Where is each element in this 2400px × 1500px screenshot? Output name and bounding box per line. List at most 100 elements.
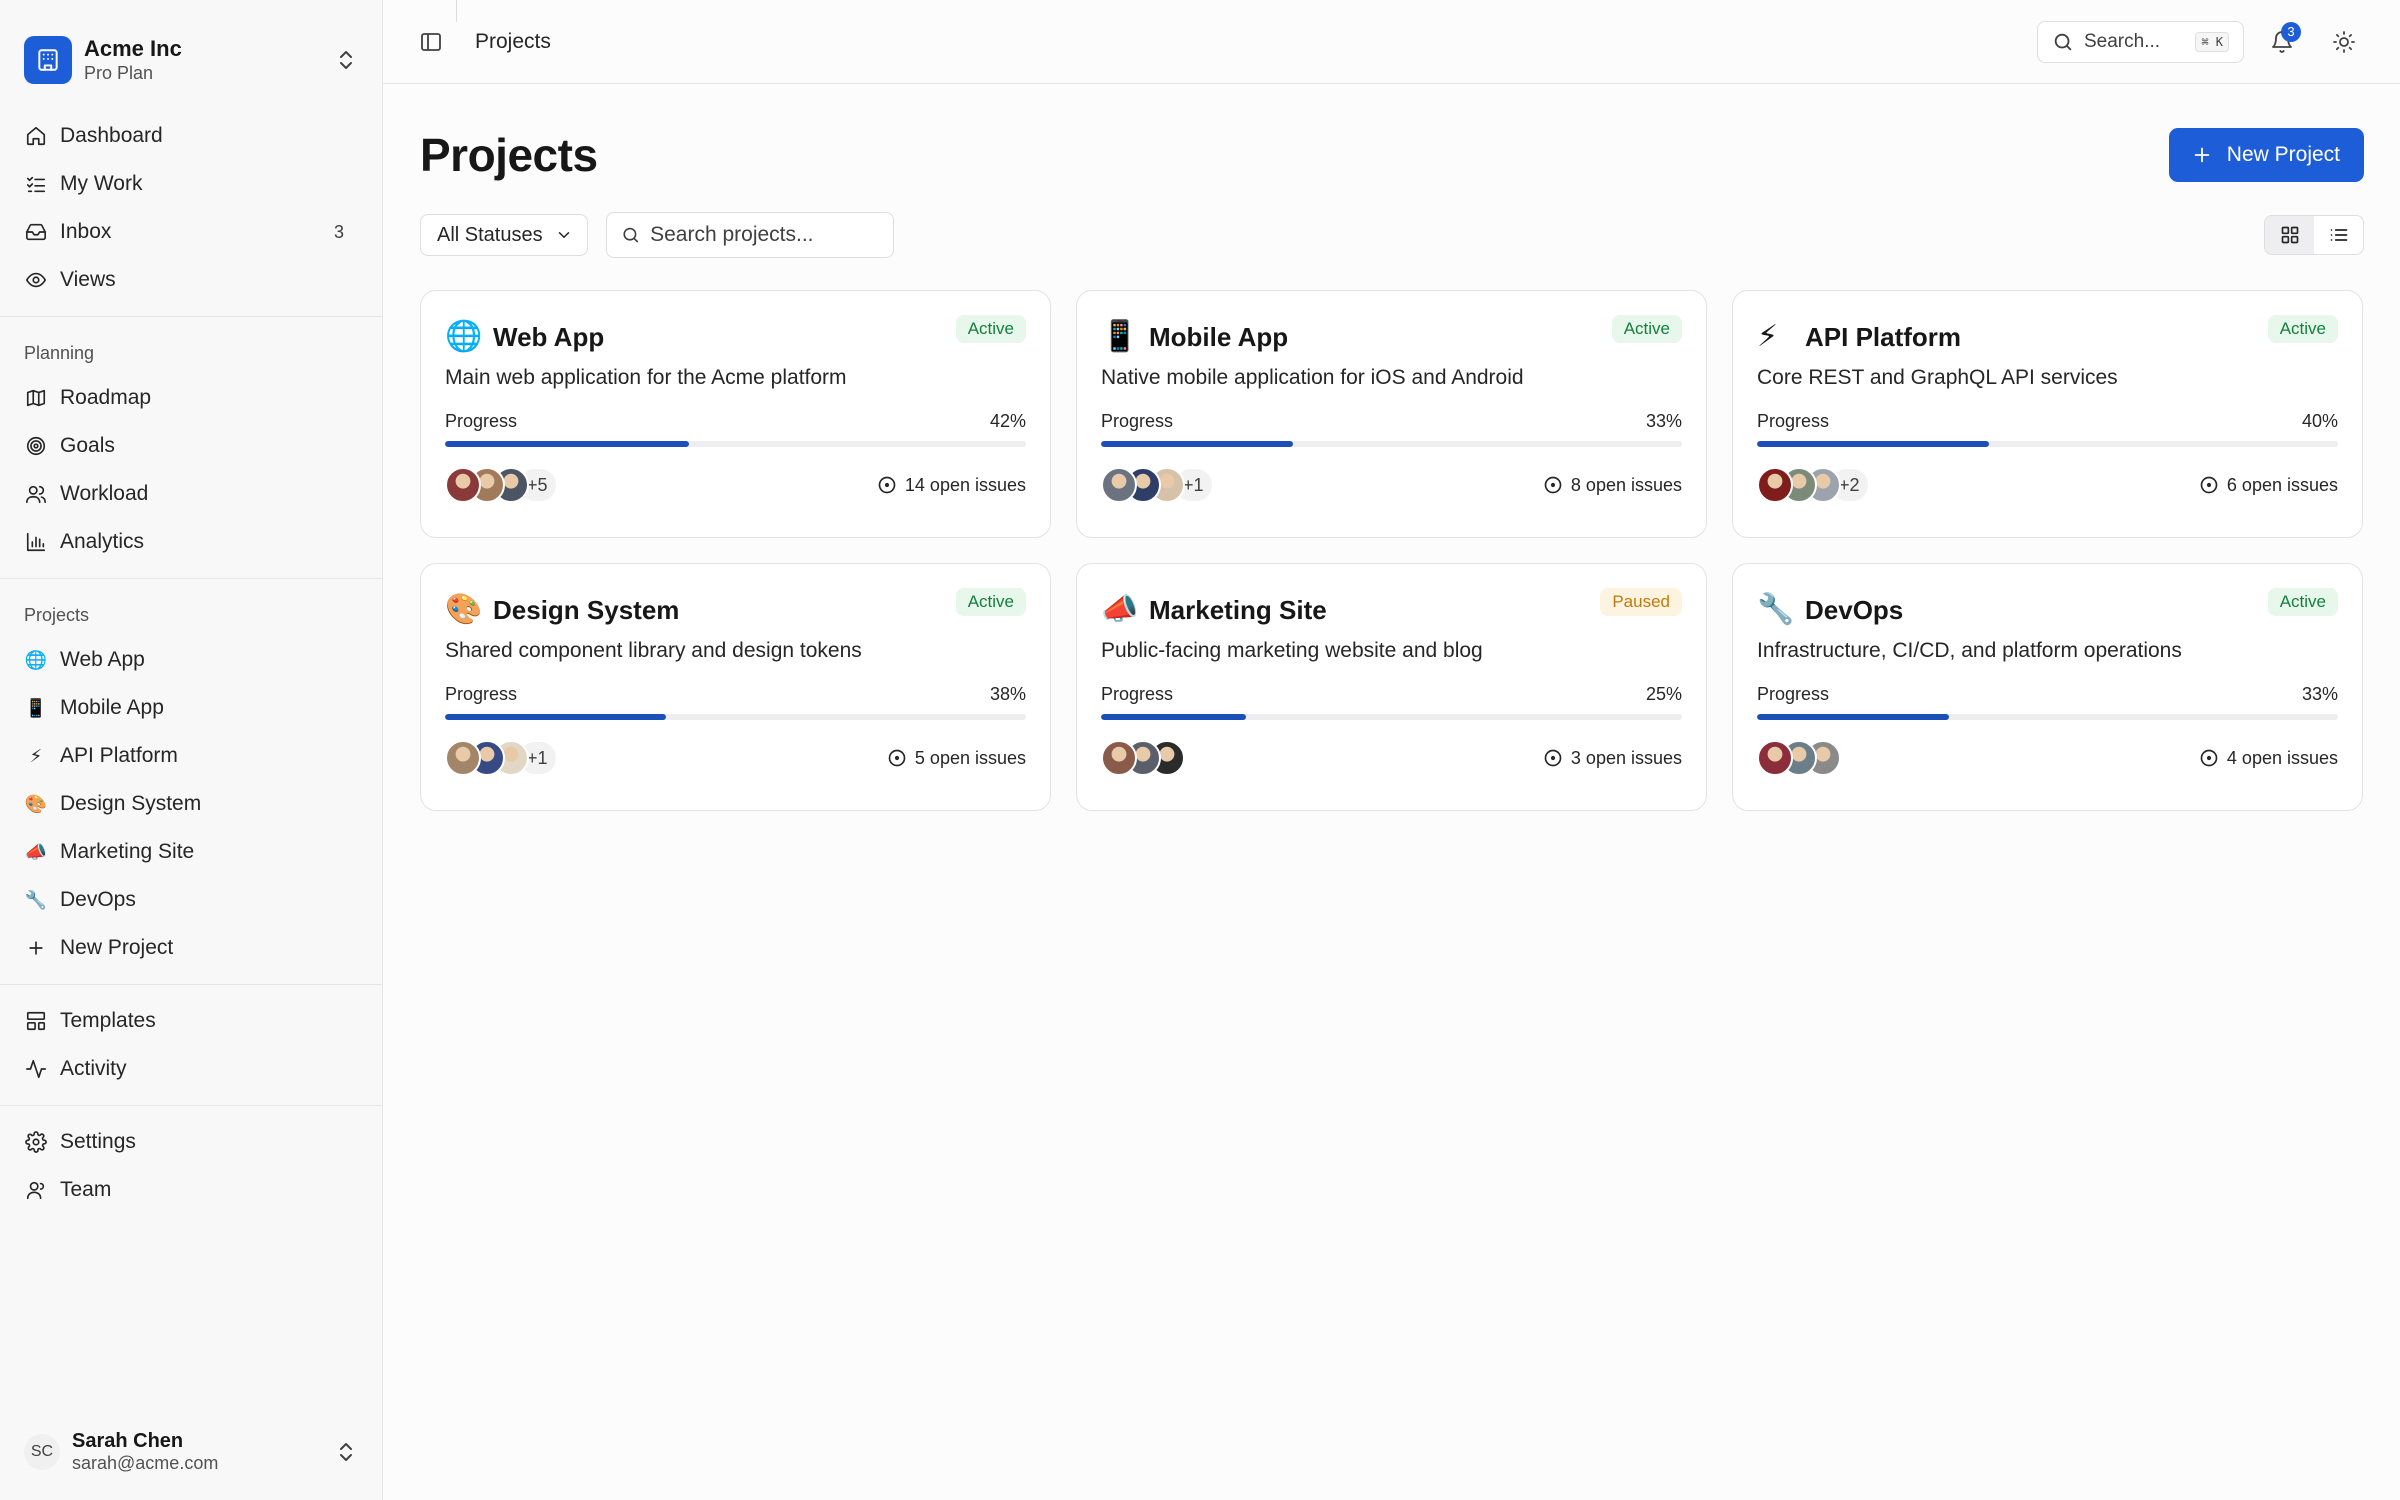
notification-badge: 3 (2281, 21, 2301, 42)
sidebar-item-api-platform[interactable]: ⚡ API Platform (12, 732, 370, 780)
sidebar-item-team[interactable]: Team (12, 1166, 370, 1214)
project-card-devops[interactable]: 🔧 DevOps Active Infrastructure, CI/CD, a… (1732, 563, 2363, 811)
open-issues: 3 open issues (1543, 748, 1682, 769)
progress-percent: 38% (989, 684, 1026, 704)
sidebar-item-my-work[interactable]: My Work (12, 160, 370, 208)
avatar: SC (24, 1434, 60, 1470)
project-card-mobile-app[interactable]: 📱 Mobile App Active Native mobile applic… (1076, 290, 1707, 538)
search-shortcut: ⌘ K (2195, 31, 2229, 52)
sidebar-item-activity[interactable]: Activity (12, 1045, 370, 1093)
globe-icon: 🌐 (24, 650, 48, 670)
team-icon (24, 1178, 48, 1202)
member-avatars (1757, 740, 1841, 776)
sidebar-nav-other: Templates Activity (0, 985, 382, 1105)
user-menu[interactable]: SC Sarah Chen sarah@acme.com (0, 1404, 382, 1500)
open-issues-count: 3 open issues (1570, 747, 1682, 768)
progress-bar (1757, 441, 2338, 447)
sidebar-item-marketing-site[interactable]: 📣 Marketing Site (12, 828, 370, 876)
sidebar-item-mobile-app[interactable]: 📱 Mobile App (12, 684, 370, 732)
project-grid: 🌐 Web App Active Main web application fo… (420, 290, 2364, 811)
sidebar-item-label: Goals (60, 434, 115, 457)
notifications-button[interactable]: 3 (2262, 21, 2302, 62)
target-icon (24, 434, 48, 458)
project-card-web-app[interactable]: 🌐 Web App Active Main web application fo… (420, 290, 1051, 538)
project-description: Native mobile application for iOS and An… (1101, 366, 1524, 389)
eye-icon (24, 268, 48, 292)
sidebar-nav-planning: Planning Roadmap Goals Workload Analytic… (0, 317, 382, 578)
sidebar-item-settings[interactable]: Settings (12, 1118, 370, 1166)
megaphone-icon: 📣 (24, 842, 48, 862)
project-search-input[interactable] (650, 223, 879, 247)
org-switcher[interactable]: Acme Inc Pro Plan (0, 0, 382, 96)
member-avatars: +1 (445, 740, 558, 776)
issue-circle-icon (1544, 476, 1562, 494)
user-name: Sarah Chen (72, 1430, 184, 1453)
project-title: API Platform (1805, 321, 1962, 352)
progress-percent: 40% (2301, 411, 2338, 431)
sidebar-item-label: Marketing Site (60, 840, 195, 863)
sidebar-item-devops[interactable]: 🔧 DevOps (12, 876, 370, 924)
breadcrumb[interactable]: Projects (475, 30, 551, 54)
theme-toggle-button[interactable] (2324, 22, 2364, 62)
sidebar-item-dashboard[interactable]: Dashboard (12, 112, 370, 160)
toggle-sidebar-button[interactable] (411, 22, 451, 62)
grid-view-button[interactable] (2265, 216, 2314, 254)
sidebar-new-project[interactable]: New Project (12, 924, 370, 972)
section-label-projects: Projects (24, 605, 90, 625)
status-filter-select[interactable]: All Statuses (420, 214, 588, 256)
open-issues-count: 4 open issues (2226, 747, 2338, 768)
progress-fill (445, 714, 666, 720)
sidebar-item-label: Inbox (60, 220, 112, 243)
project-card-design-system[interactable]: 🎨 Design System Active Shared component … (420, 563, 1051, 811)
status-badge: Active (955, 315, 1026, 343)
sidebar-item-label: Analytics (60, 530, 145, 553)
sidebar-item-inbox[interactable]: Inbox 3 (12, 208, 370, 256)
nav-main: Dashboard My Work Inbox 3 Views (12, 96, 370, 316)
sidebar-item-views[interactable]: Views (12, 256, 370, 304)
global-search-button[interactable]: Search... ⌘ K (2037, 20, 2244, 63)
chevron-down-icon (558, 232, 569, 238)
global-search-label: Search... (2084, 30, 2161, 52)
open-issues: 4 open issues (2199, 748, 2338, 769)
sidebar-item-templates[interactable]: Templates (12, 997, 370, 1045)
open-issues: 6 open issues (2199, 475, 2338, 496)
member-avatars: +5 (445, 467, 558, 503)
status-badge: Active (2267, 315, 2338, 343)
open-issues-count: 6 open issues (2226, 474, 2338, 495)
progress-fill (1757, 441, 1990, 447)
gear-icon (24, 1130, 48, 1154)
avatar (1757, 740, 1793, 776)
plus-icon (24, 936, 48, 960)
topbar-divider (456, 0, 457, 22)
sidebar-item-analytics[interactable]: Analytics (12, 518, 370, 566)
progress-percent: 33% (2301, 684, 2338, 704)
status-filter-value: All Statuses (437, 223, 543, 246)
open-issues: 8 open issues (1543, 475, 1682, 496)
sidebar-item-goals[interactable]: Goals (12, 422, 370, 470)
progress-percent: 33% (1645, 411, 1682, 431)
new-project-button[interactable]: New Project (2168, 128, 2364, 182)
main-area: Projects Search... ⌘ K 3 Projects New Pr… (383, 0, 2400, 1500)
progress-label: Progress (1101, 411, 1174, 431)
search-icon (2054, 33, 2072, 50)
avatar (445, 740, 481, 776)
sidebar-item-roadmap[interactable]: Roadmap (12, 374, 370, 422)
sidebar-item-design-system[interactable]: 🎨 Design System (12, 780, 370, 828)
sidebar-item-label: Templates (60, 1009, 156, 1032)
users-icon (24, 482, 48, 506)
sidebar-item-label: Views (60, 268, 116, 291)
progress-percent: 42% (989, 411, 1026, 431)
grid-icon (2281, 226, 2298, 244)
progress-label: Progress (1757, 411, 1830, 431)
list-view-button[interactable] (2314, 216, 2363, 254)
progress-fill (445, 441, 690, 447)
sidebar-nav: Dashboard My Work Inbox 3 Views (0, 96, 382, 316)
sidebar-item-workload[interactable]: Workload (12, 470, 370, 518)
section-label-planning: Planning (24, 343, 95, 363)
project-card-api-platform[interactable]: ⚡ API Platform Active Core REST and Grap… (1732, 290, 2363, 538)
sidebar-item-web-app[interactable]: 🌐 Web App (12, 636, 370, 684)
sidebar-item-label: API Platform (60, 744, 178, 767)
project-card-marketing-site[interactable]: 📣 Marketing Site Paused Public-facing ma… (1076, 563, 1707, 811)
map-icon (24, 386, 48, 410)
issue-circle-icon (1544, 749, 1562, 767)
